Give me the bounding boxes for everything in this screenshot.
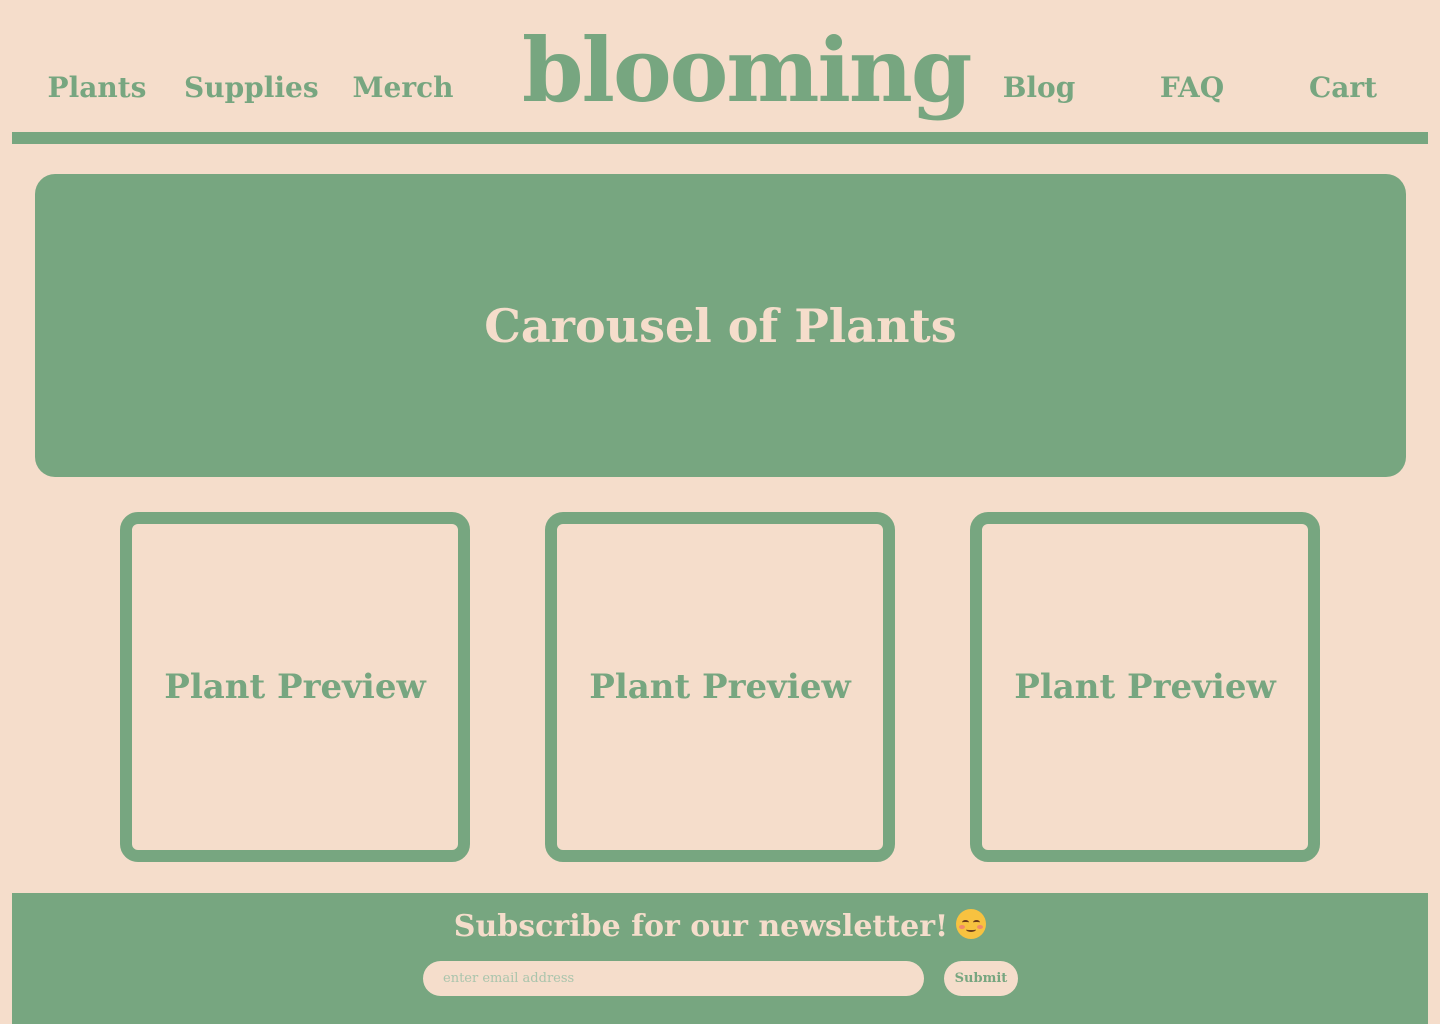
submit-button[interactable]: Submit xyxy=(944,961,1018,996)
newsletter-heading: Subscribe for our newsletter! xyxy=(12,905,1428,949)
header-divider xyxy=(12,132,1428,144)
site-header: Plants Supplies Merch blooming Blog FAQ … xyxy=(12,0,1428,144)
plant-preview-card[interactable]: Plant Preview xyxy=(970,512,1320,862)
plant-preview-label: Plant Preview xyxy=(164,667,426,707)
nav-link-merch[interactable]: Merch xyxy=(348,70,458,106)
nav-link-supplies[interactable]: Supplies xyxy=(184,70,319,106)
plant-carousel[interactable]: Carousel of Plants xyxy=(35,174,1406,477)
plant-preview-card[interactable]: Plant Preview xyxy=(545,512,895,862)
site-logo[interactable]: blooming xyxy=(522,14,972,126)
plant-preview-card[interactable]: Plant Preview xyxy=(120,512,470,862)
plant-preview-label: Plant Preview xyxy=(589,667,851,707)
email-input[interactable] xyxy=(423,961,924,996)
nav-link-plants[interactable]: Plants xyxy=(42,70,152,106)
plant-preview-label: Plant Preview xyxy=(1014,667,1276,707)
nav-link-blog[interactable]: Blog xyxy=(994,70,1084,106)
newsletter-heading-text: Subscribe for our newsletter! xyxy=(453,909,949,944)
nav-link-cart[interactable]: Cart xyxy=(1298,70,1388,106)
carousel-title: Carousel of Plants xyxy=(484,298,957,353)
nav-link-faq[interactable]: FAQ xyxy=(1147,70,1237,106)
newsletter-section: Subscribe for our newsletter! Submit xyxy=(12,893,1428,1024)
smiling-face-with-blush-icon xyxy=(956,909,987,939)
